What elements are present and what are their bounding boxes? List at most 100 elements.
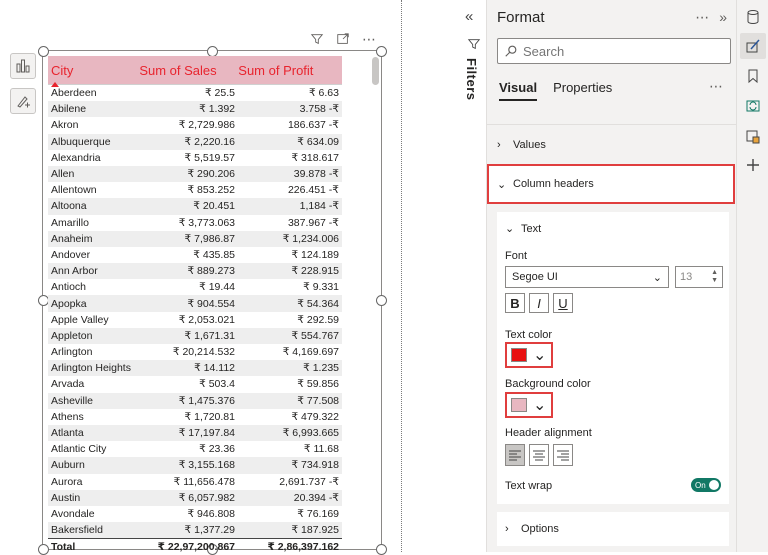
- bold-button[interactable]: B: [505, 293, 525, 313]
- cell-sales: ₹ 19.44: [199, 281, 235, 294]
- table-row[interactable]: Anaheim ₹ 7,986.87 ₹ 1,234.006: [48, 230, 342, 247]
- add-icon[interactable]: [744, 156, 762, 174]
- bookmark-icon[interactable]: [744, 67, 762, 85]
- section-options[interactable]: › Options: [497, 512, 729, 546]
- table-row[interactable]: Atlantic City ₹ 23.36 ₹ 11.68: [48, 441, 342, 457]
- text-wrap-toggle[interactable]: On: [691, 478, 721, 492]
- table-row[interactable]: Ann Arbor ₹ 889.273 ₹ 228.915: [48, 263, 342, 280]
- filter-icon[interactable]: [309, 31, 325, 47]
- cell-profit: ₹ 1,234.006: [282, 232, 339, 245]
- align-center-button[interactable]: [529, 444, 549, 466]
- cell-profit: ₹ 54.364: [297, 297, 339, 310]
- background-color-picker[interactable]: ⌄: [505, 392, 553, 418]
- align-left-button[interactable]: [505, 444, 525, 466]
- cell-sales: ₹ 503.4: [199, 378, 235, 391]
- selection-pane-icon[interactable]: [744, 128, 762, 146]
- cell-sales: ₹ 290.206: [187, 168, 235, 181]
- search-input[interactable]: [523, 43, 713, 59]
- table-row[interactable]: Amarillo ₹ 3,773.063 387.967 -₹: [48, 215, 342, 231]
- cell-city: Bakersfield: [51, 524, 103, 537]
- resize-handle[interactable]: [376, 46, 387, 57]
- table-row[interactable]: Athens ₹ 1,720.81 ₹ 479.322: [48, 409, 342, 425]
- column-header-city[interactable]: City: [48, 63, 136, 87]
- table-row[interactable]: Apple Valley ₹ 2,053.021 ₹ 292.59: [48, 312, 342, 328]
- table-row[interactable]: Arlington Heights ₹ 14.112 ₹ 1.235: [48, 360, 342, 377]
- more-options-icon[interactable]: ⋯: [361, 31, 377, 47]
- filters-label[interactable]: Filters: [464, 58, 479, 101]
- table-row[interactable]: Bakersfield ₹ 1,377.29 ₹ 187.925: [48, 522, 342, 539]
- focus-mode-icon[interactable]: [335, 31, 351, 47]
- sort-ascending-icon: [51, 81, 59, 87]
- table-row[interactable]: Antioch ₹ 19.44 ₹ 9.331: [48, 279, 342, 295]
- search-box[interactable]: [497, 38, 731, 64]
- underline-button[interactable]: U: [553, 293, 573, 313]
- format-visual-button[interactable]: [10, 88, 36, 114]
- spin-arrows-icon[interactable]: ▲ ▼: [711, 269, 718, 285]
- table-row[interactable]: Arvada ₹ 503.4 ₹ 59.856: [48, 376, 342, 392]
- subsection-label: Text: [521, 222, 542, 235]
- table-visual[interactable]: ⋯ City Sum of Sales Sum of Profit Aberde…: [38, 31, 387, 555]
- table-row[interactable]: Aurora ₹ 11,656.478 2,691.737 -₹: [48, 474, 342, 490]
- table-row[interactable]: Arlington ₹ 20,214.532 ₹ 4,169.697: [48, 344, 342, 360]
- font-size-stepper[interactable]: 13 ▲ ▼: [675, 266, 723, 288]
- section-values[interactable]: › Values: [497, 134, 729, 156]
- cell-sales: ₹ 1,671.31: [184, 329, 235, 342]
- chevron-right-icon: ›: [505, 523, 509, 535]
- table-row[interactable]: Andover ₹ 435.85 ₹ 124.189: [48, 247, 342, 263]
- column-header-sales[interactable]: Sum of Sales: [136, 63, 235, 78]
- cell-profit: 3.758 -₹: [299, 103, 339, 116]
- table-row[interactable]: Allentown ₹ 853.252 226.451 -₹: [48, 182, 342, 198]
- table-row[interactable]: Asheville ₹ 1,475.376 ₹ 77.508: [48, 392, 342, 409]
- cell-profit: ₹ 318.617: [291, 151, 339, 164]
- table-row[interactable]: Auburn ₹ 3,155.168 ₹ 734.918: [48, 457, 342, 474]
- resize-handle[interactable]: [376, 544, 387, 555]
- table-row[interactable]: Akron ₹ 2,729.986 186.637 -₹: [48, 117, 342, 133]
- data-pane-icon[interactable]: [744, 8, 762, 26]
- subsection-text[interactable]: ⌄ Text: [505, 222, 542, 236]
- chevron-down-icon: ⌄: [652, 271, 662, 284]
- table-row[interactable]: Apopka ₹ 904.554 ₹ 54.364: [48, 295, 342, 312]
- cell-city: Amarillo: [51, 216, 89, 229]
- cell-profit: ₹ 1.235: [303, 362, 339, 375]
- resize-handle[interactable]: [376, 295, 387, 306]
- table-row[interactable]: Albuquerque ₹ 2,220.16 ₹ 634.09: [48, 133, 342, 150]
- more-options-icon[interactable]: ⋯: [709, 78, 723, 95]
- table-row[interactable]: Austin ₹ 6,057.982 20.394 -₹: [48, 489, 342, 506]
- cell-sales: ₹ 904.554: [187, 297, 235, 310]
- double-chevron-left-icon[interactable]: «: [465, 8, 473, 25]
- column-header-profit[interactable]: Sum of Profit: [235, 63, 342, 78]
- format-tabs: Visual Properties: [499, 80, 612, 101]
- font-size-value: 13: [680, 271, 693, 283]
- table-row[interactable]: Altoona ₹ 20.451 1,184 -₹: [48, 198, 342, 215]
- section-column-headers[interactable]: ⌄ Column headers: [487, 164, 735, 204]
- funnel-icon[interactable]: [467, 37, 481, 51]
- more-options-icon[interactable]: ⋯: [695, 9, 709, 26]
- font-family-dropdown[interactable]: Segoe UI ⌄: [505, 266, 669, 288]
- table-row[interactable]: Atlanta ₹ 17,197.84 ₹ 6,993.665: [48, 424, 342, 442]
- tab-properties[interactable]: Properties: [553, 80, 612, 101]
- table-scrollbar[interactable]: [372, 57, 379, 85]
- sync-slicers-icon[interactable]: [744, 96, 762, 114]
- cell-profit: ₹ 77.508: [297, 394, 339, 407]
- cell-sales: ₹ 2,053.021: [178, 313, 235, 326]
- table-row[interactable]: Avondale ₹ 946.808 ₹ 76.169: [48, 506, 342, 522]
- table-row[interactable]: Allen ₹ 290.206 39.878 -₹: [48, 165, 342, 183]
- align-right-button[interactable]: [553, 444, 573, 466]
- tab-visual[interactable]: Visual: [499, 80, 538, 101]
- cell-profit: 2,691.737 -₹: [279, 475, 339, 488]
- italic-button[interactable]: I: [529, 293, 549, 313]
- build-visual-button[interactable]: [10, 53, 36, 79]
- table-row[interactable]: Aberdeen ₹ 25.5 ₹ 6.63: [48, 85, 342, 101]
- align-center-icon: [533, 450, 545, 461]
- cell-city: Aberdeen: [51, 87, 97, 100]
- format-pane-icon[interactable]: [740, 33, 766, 59]
- text-color-picker[interactable]: ⌄: [505, 342, 553, 368]
- cell-city: Akron: [51, 119, 79, 132]
- table-row[interactable]: Alexandria ₹ 5,519.57 ₹ 318.617: [48, 150, 342, 166]
- table-row[interactable]: Abilene ₹ 1.392 3.758 -₹: [48, 101, 342, 118]
- cell-sales: ₹ 435.85: [193, 248, 235, 261]
- cell-city: Alexandria: [51, 151, 101, 164]
- divider: [487, 124, 737, 125]
- double-chevron-right-icon[interactable]: »: [719, 9, 727, 26]
- table-row[interactable]: Appleton ₹ 1,671.31 ₹ 554.767: [48, 327, 342, 344]
